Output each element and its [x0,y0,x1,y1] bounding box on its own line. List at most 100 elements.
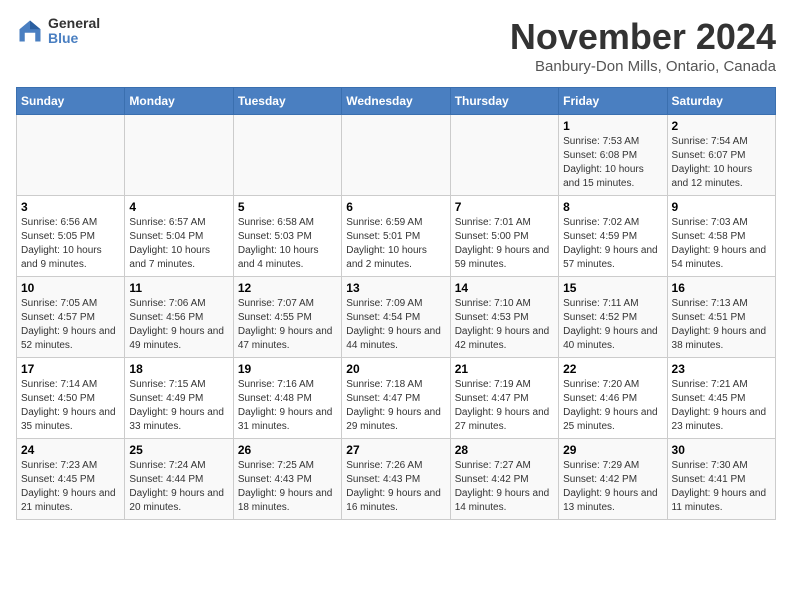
calendar-cell: 17Sunrise: 7:14 AM Sunset: 4:50 PM Dayli… [17,358,125,439]
header: General Blue November 2024 Banbury-Don M… [16,16,776,75]
logo-general-label: General [48,16,100,31]
day-info: Sunrise: 7:18 AM Sunset: 4:47 PM Dayligh… [346,378,445,434]
calendar-cell [17,115,125,196]
day-number: 19 [238,362,337,376]
day-number: 9 [672,200,771,214]
day-info: Sunrise: 7:25 AM Sunset: 4:43 PM Dayligh… [238,459,337,515]
calendar-cell: 23 Sunrise: 7:21 AM Sunset: 4:45 PM Dayli… [667,358,775,439]
calendar-cell: 9Sunrise: 7:03 AM Sunset: 4:58 PM Daylig… [667,196,775,277]
day-number: 27 [346,443,445,457]
day-info: Sunrise: 7:29 AM Sunset: 4:42 PM Dayligh… [563,459,662,515]
day-info: Sunrise: 7:10 AM Sunset: 4:53 PM Dayligh… [455,297,554,353]
day-info: Sunrise: 7:11 AM Sunset: 4:52 PM Dayligh… [563,297,662,353]
day-number: 12 [238,281,337,295]
weekday-tuesday: Tuesday [233,88,341,115]
calendar-cell: 3Sunrise: 6:56 AM Sunset: 5:05 PM Daylig… [17,196,125,277]
day-number: 5 [238,200,337,214]
day-info: Sunrise: 7:30 AM Sunset: 4:41 PM Dayligh… [672,459,771,515]
calendar-cell: 15 Sunrise: 7:11 AM Sunset: 4:52 PM Dayli… [559,277,667,358]
logo: General Blue [16,16,100,47]
logo-blue-label: Blue [48,31,100,46]
day-info: Sunrise: 7:20 AM Sunset: 4:46 PM Dayligh… [563,378,662,434]
day-number: 1 [563,119,662,133]
day-number: 23 [672,362,771,376]
day-info: Sunrise: 7:24 AM Sunset: 4:44 PM Dayligh… [129,459,228,515]
day-number: 30 [672,443,771,457]
day-info: Sunrise: 7:21 AM Sunset: 4:45 PM Dayligh… [672,378,771,434]
calendar-header: SundayMondayTuesdayWednesdayThursdayFrid… [17,88,776,115]
calendar-cell: 12 Sunrise: 7:07 AM Sunset: 4:55 PM Dayli… [233,277,341,358]
day-info: Sunrise: 7:54 AM Sunset: 6:07 PM Dayligh… [672,135,771,191]
calendar-cell: 1 Sunrise: 7:53 AM Sunset: 6:08 PM Daylig… [559,115,667,196]
day-info: Sunrise: 7:09 AM Sunset: 4:54 PM Dayligh… [346,297,445,353]
day-info: Sunrise: 7:19 AM Sunset: 4:47 PM Dayligh… [455,378,554,434]
day-number: 25 [129,443,228,457]
day-number: 28 [455,443,554,457]
day-info: Sunrise: 6:57 AM Sunset: 5:04 PM Dayligh… [129,216,228,272]
calendar-cell: 29 Sunrise: 7:29 AM Sunset: 4:42 PM Dayli… [559,439,667,520]
calendar-body: 1 Sunrise: 7:53 AM Sunset: 6:08 PM Daylig… [17,115,776,520]
calendar-cell: 2 Sunrise: 7:54 AM Sunset: 6:07 PM Daylig… [667,115,775,196]
day-info: Sunrise: 7:15 AM Sunset: 4:49 PM Dayligh… [129,378,228,434]
calendar-cell: 18 Sunrise: 7:15 AM Sunset: 4:49 PM Dayli… [125,358,233,439]
calendar-cell: 19Sunrise: 7:16 AM Sunset: 4:48 PM Dayli… [233,358,341,439]
weekday-sunday: Sunday [17,88,125,115]
day-info: Sunrise: 7:23 AM Sunset: 4:45 PM Dayligh… [21,459,120,515]
location-subtitle: Banbury-Don Mills, Ontario, Canada [510,58,776,75]
calendar-cell: 30 Sunrise: 7:30 AM Sunset: 4:41 PM Dayli… [667,439,775,520]
day-info: Sunrise: 7:27 AM Sunset: 4:42 PM Dayligh… [455,459,554,515]
calendar-cell: 21 Sunrise: 7:19 AM Sunset: 4:47 PM Dayli… [450,358,558,439]
day-number: 2 [672,119,771,133]
day-info: Sunrise: 7:01 AM Sunset: 5:00 PM Dayligh… [455,216,554,272]
calendar-cell: 24 Sunrise: 7:23 AM Sunset: 4:45 PM Dayli… [17,439,125,520]
day-info: Sunrise: 7:53 AM Sunset: 6:08 PM Dayligh… [563,135,662,191]
day-info: Sunrise: 7:07 AM Sunset: 4:55 PM Dayligh… [238,297,337,353]
calendar-cell: 14Sunrise: 7:10 AM Sunset: 4:53 PM Dayli… [450,277,558,358]
week-row-5: 24 Sunrise: 7:23 AM Sunset: 4:45 PM Dayli… [17,439,776,520]
day-number: 29 [563,443,662,457]
calendar-cell: 25 Sunrise: 7:24 AM Sunset: 4:44 PM Dayli… [125,439,233,520]
day-info: Sunrise: 7:26 AM Sunset: 4:43 PM Dayligh… [346,459,445,515]
logo-icon [16,17,44,45]
calendar-cell: 16 Sunrise: 7:13 AM Sunset: 4:51 PM Dayli… [667,277,775,358]
weekday-thursday: Thursday [450,88,558,115]
calendar-cell: 8 Sunrise: 7:02 AM Sunset: 4:59 PM Daylig… [559,196,667,277]
day-info: Sunrise: 7:13 AM Sunset: 4:51 PM Dayligh… [672,297,771,353]
day-number: 17 [21,362,120,376]
day-number: 24 [21,443,120,457]
day-number: 21 [455,362,554,376]
day-number: 26 [238,443,337,457]
day-number: 15 [563,281,662,295]
weekday-wednesday: Wednesday [342,88,450,115]
logo-text: General Blue [48,16,100,47]
day-number: 18 [129,362,228,376]
day-number: 11 [129,281,228,295]
calendar-cell: 26 Sunrise: 7:25 AM Sunset: 4:43 PM Dayli… [233,439,341,520]
day-number: 8 [563,200,662,214]
calendar-cell [233,115,341,196]
week-row-3: 10Sunrise: 7:05 AM Sunset: 4:57 PM Dayli… [17,277,776,358]
calendar-cell: 22Sunrise: 7:20 AM Sunset: 4:46 PM Dayli… [559,358,667,439]
calendar-cell: 4Sunrise: 6:57 AM Sunset: 5:04 PM Daylig… [125,196,233,277]
week-row-1: 1 Sunrise: 7:53 AM Sunset: 6:08 PM Daylig… [17,115,776,196]
day-info: Sunrise: 7:02 AM Sunset: 4:59 PM Dayligh… [563,216,662,272]
calendar-cell [342,115,450,196]
calendar-cell: 10Sunrise: 7:05 AM Sunset: 4:57 PM Dayli… [17,277,125,358]
day-number: 20 [346,362,445,376]
calendar-cell: 6Sunrise: 6:59 AM Sunset: 5:01 PM Daylig… [342,196,450,277]
day-number: 16 [672,281,771,295]
weekday-monday: Monday [125,88,233,115]
calendar-cell [450,115,558,196]
calendar-cell: 5 Sunrise: 6:58 AM Sunset: 5:03 PM Daylig… [233,196,341,277]
day-number: 3 [21,200,120,214]
calendar-cell: 27 Sunrise: 7:26 AM Sunset: 4:43 PM Dayli… [342,439,450,520]
calendar-cell: 20 Sunrise: 7:18 AM Sunset: 4:47 PM Dayli… [342,358,450,439]
title-area: November 2024 Banbury-Don Mills, Ontario… [510,16,776,75]
day-info: Sunrise: 6:58 AM Sunset: 5:03 PM Dayligh… [238,216,337,272]
calendar-cell [125,115,233,196]
month-title: November 2024 [510,16,776,58]
week-row-4: 17Sunrise: 7:14 AM Sunset: 4:50 PM Dayli… [17,358,776,439]
calendar-cell: 28 Sunrise: 7:27 AM Sunset: 4:42 PM Dayli… [450,439,558,520]
weekday-header-row: SundayMondayTuesdayWednesdayThursdayFrid… [17,88,776,115]
calendar-cell: 11Sunrise: 7:06 AM Sunset: 4:56 PM Dayli… [125,277,233,358]
